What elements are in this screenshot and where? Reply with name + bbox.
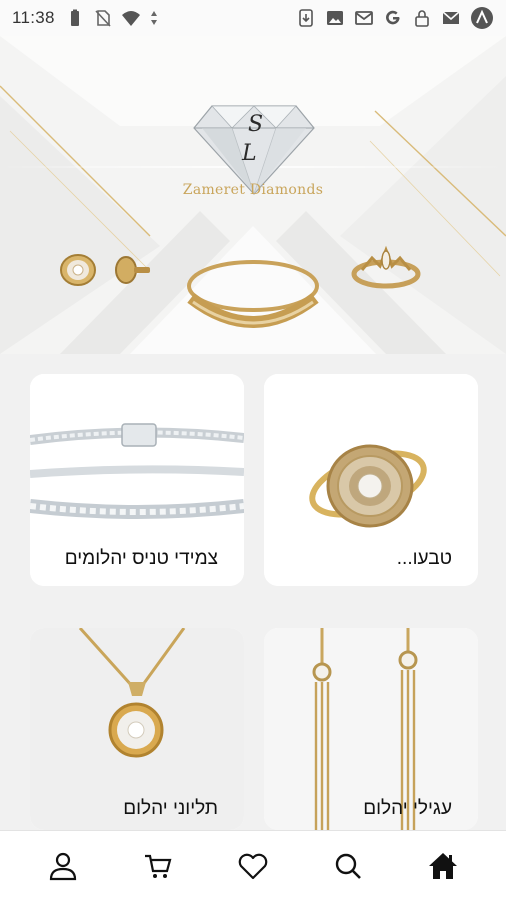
category-label-tennis-bracelets: צמידי טניס יהלומים	[64, 548, 218, 569]
category-card-tennis-bracelets[interactable]: צמידי טניס יהלומים	[30, 374, 244, 586]
battery-saver-icon	[65, 8, 85, 28]
status-bar: 11:38	[0, 0, 506, 36]
hero-ring-image	[351, 245, 421, 289]
profile-icon	[50, 852, 77, 880]
category-label-rings: טבעו...	[396, 548, 452, 569]
category-card-pendants[interactable]: תליוני יהלום	[30, 628, 244, 830]
category-card-rings[interactable]: טבעו...	[264, 374, 478, 586]
lock-icon	[412, 8, 432, 28]
cart-icon	[145, 854, 172, 878]
search-button[interactable]	[323, 841, 373, 891]
status-time: 11:38	[12, 8, 55, 27]
hero-banner[interactable]: S L Zameret Diamonds	[0, 36, 506, 354]
favorites-button[interactable]	[228, 841, 278, 891]
wifi-icon	[121, 8, 141, 28]
logo-letter-l: L	[241, 141, 257, 166]
heart-icon	[238, 853, 268, 879]
category-label-pendants: תליוני יהלום	[123, 798, 218, 819]
bottom-navigation	[0, 830, 506, 900]
no-sim-icon	[93, 8, 113, 28]
hero-bracelet-image	[187, 260, 319, 328]
profile-button[interactable]	[38, 841, 88, 891]
image-icon	[325, 8, 345, 28]
google-icon	[383, 8, 403, 28]
category-card-earrings[interactable]: עגילי יהלום	[264, 628, 478, 830]
home-icon	[428, 852, 457, 879]
data-arrows-icon	[149, 8, 159, 28]
brand-name: Zameret Diamonds	[182, 182, 324, 198]
search-icon	[335, 853, 361, 879]
app-badge-icon	[470, 6, 494, 30]
logo-letter-s: S	[248, 112, 263, 137]
home-button[interactable]	[418, 841, 468, 891]
mail-icon	[441, 8, 461, 28]
download-icon	[296, 8, 316, 28]
category-label-earrings: עגילי יהלום	[363, 798, 452, 819]
cart-button[interactable]	[133, 841, 183, 891]
hero-earrings-image	[60, 254, 150, 286]
gmail-icon	[354, 8, 374, 28]
category-grid: טבעו... צמידי טניס יהלומים עגילי יהלום ת…	[0, 354, 506, 830]
